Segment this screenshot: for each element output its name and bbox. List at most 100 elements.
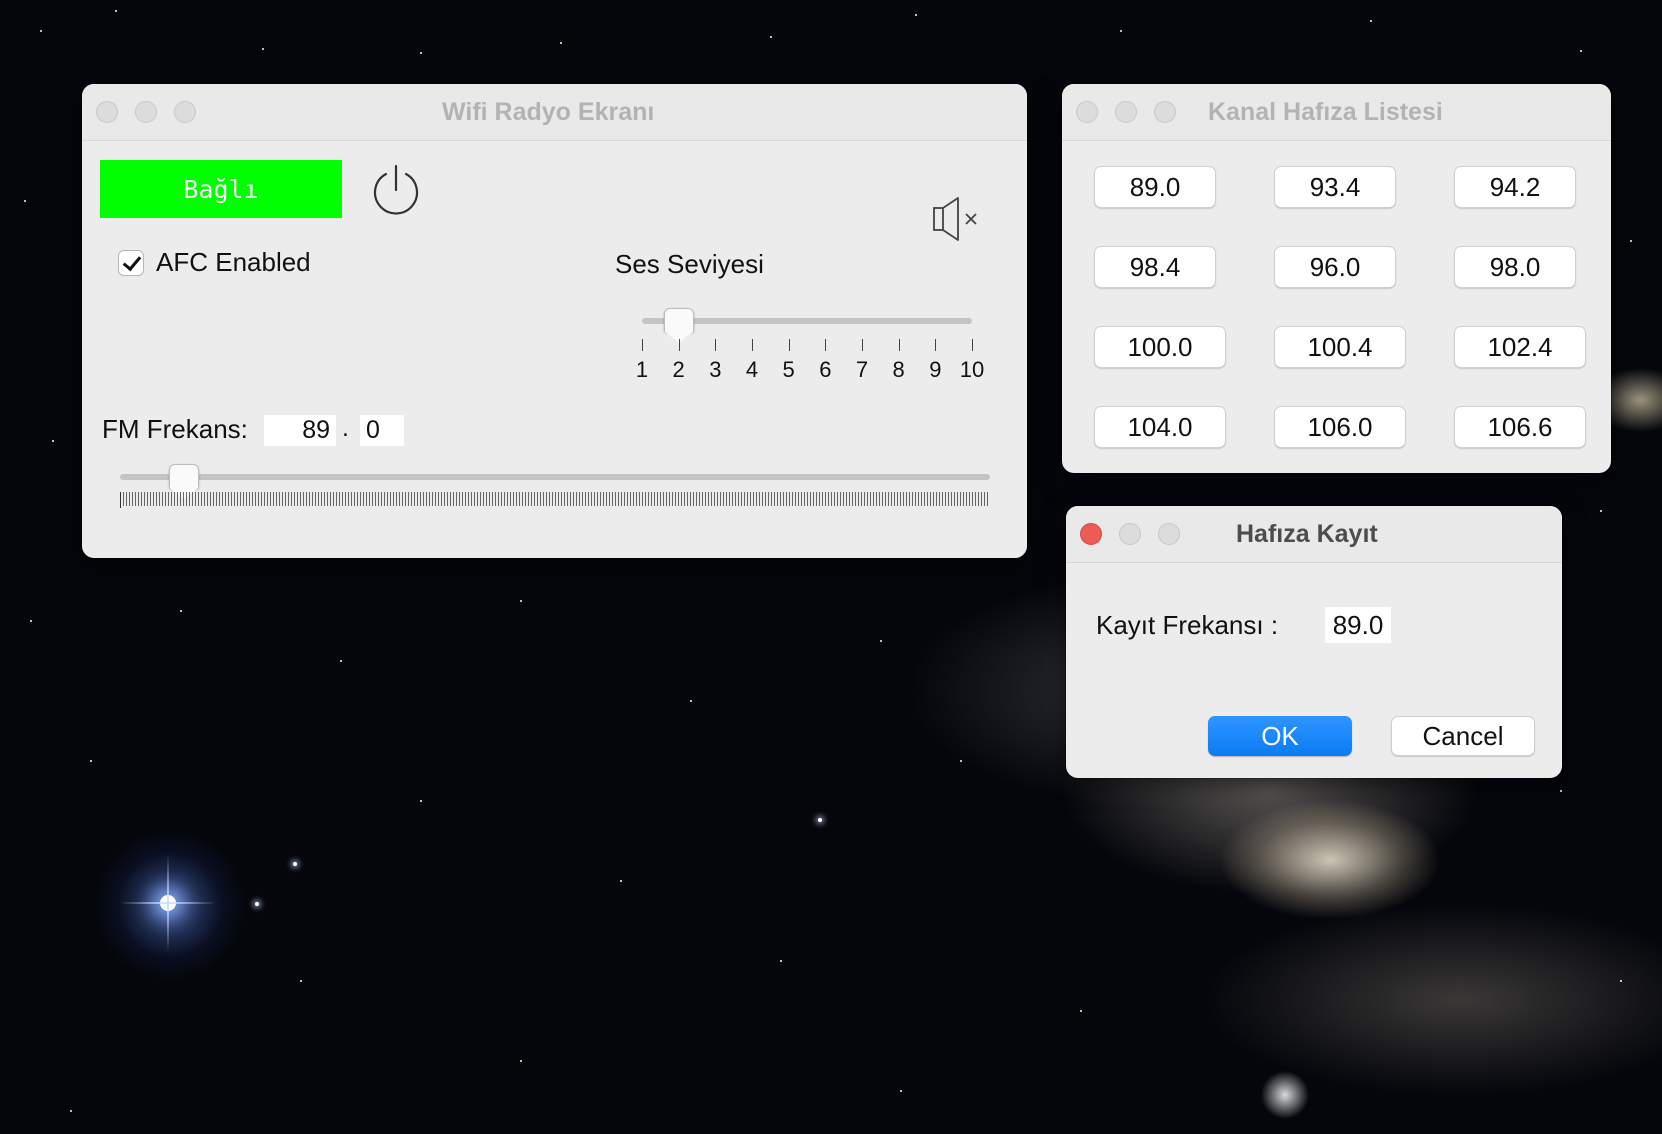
fm-frequency-label: FM Frekans:: [102, 414, 248, 444]
afc-checkbox[interactable]: [118, 249, 144, 276]
afc-label: AFC Enabled: [156, 247, 311, 277]
volume-tick-mark: [642, 339, 643, 351]
star: [180, 610, 182, 612]
star: [420, 800, 422, 802]
star: [24, 200, 26, 202]
save-frequency-label: Kayıt Frekansı :: [1096, 610, 1279, 640]
connection-status-button[interactable]: Bağlı: [100, 160, 342, 218]
afc-option: AFC Enabled: [118, 247, 311, 278]
close-button[interactable]: [1076, 101, 1098, 123]
star: [915, 14, 917, 16]
star: [115, 10, 117, 12]
radio-window-titlebar[interactable]: Wifi Radyo Ekranı: [82, 84, 1027, 141]
volume-tick-mark: [972, 339, 973, 351]
window-title: Wifi Radyo Ekranı: [442, 98, 655, 126]
fm-frequency-slider-track[interactable]: [120, 474, 990, 480]
radio-window: Wifi Radyo Ekranı Bağlı AFC Enabled Ses …: [82, 84, 1027, 558]
memory-save-dialog: Hafıza Kayıt Kayıt Frekansı : 89.0 OK Ca…: [1066, 506, 1562, 778]
star: [1600, 510, 1602, 512]
channel-preset-button[interactable]: 89.0: [1094, 166, 1216, 208]
close-button[interactable]: [1080, 523, 1102, 545]
volume-tick-label: 2: [672, 357, 685, 382]
volume-slider-thumb[interactable]: [663, 308, 694, 343]
channel-memory-window: Kanal Hafıza Listesi 89.0 93.4 94.2 98.4 96.…: [1062, 84, 1611, 473]
window-controls: [1080, 523, 1180, 545]
channel-preset-button[interactable]: 100.0: [1094, 326, 1226, 368]
volume-tick-label: 1: [635, 357, 649, 382]
star: [1580, 50, 1582, 52]
star: [70, 1110, 72, 1112]
minimize-button[interactable]: [1119, 523, 1141, 545]
volume-tick-label: 3: [709, 357, 722, 382]
star: [520, 600, 522, 602]
star: [340, 660, 342, 662]
star: [1370, 20, 1372, 22]
star: [420, 52, 422, 54]
zoom-button[interactable]: [1154, 101, 1176, 123]
fm-frequency-slider-ticks: [120, 492, 990, 506]
star: [690, 700, 692, 702]
star: [780, 960, 782, 962]
volume-tick-mark: [752, 339, 753, 351]
volume-tick-mark: [678, 339, 680, 351]
star: [40, 30, 42, 32]
volume-tick-mark: [825, 339, 827, 351]
channel-preset-button[interactable]: 100.4: [1274, 326, 1406, 368]
window-controls: [1076, 101, 1176, 123]
volume-tick-mark: [862, 339, 863, 351]
zoom-button[interactable]: [174, 101, 196, 123]
star: [90, 760, 92, 762]
volume-tick-mark: [935, 339, 937, 351]
window-controls: [96, 101, 196, 123]
star: [1620, 980, 1622, 982]
close-button[interactable]: [96, 101, 118, 123]
channel-preset-button[interactable]: 98.0: [1454, 246, 1576, 288]
zoom-button[interactable]: [1158, 523, 1180, 545]
star: [300, 980, 302, 982]
volume-tick-mark: [788, 339, 790, 351]
star: [30, 620, 32, 622]
star: [262, 48, 264, 50]
channel-preset-button[interactable]: 102.4: [1454, 326, 1586, 368]
minimize-button[interactable]: [135, 101, 157, 123]
channel-window-titlebar[interactable]: Kanal Hafıza Listesi: [1062, 84, 1611, 141]
star: [880, 640, 882, 642]
star: [1560, 790, 1562, 792]
dialog-titlebar[interactable]: Hafıza Kayıt: [1066, 506, 1562, 563]
volume-tick-label: 8: [892, 357, 905, 382]
star: [1120, 30, 1122, 32]
bright-star: [120, 855, 216, 951]
channel-preset-button[interactable]: 104.0: [1094, 406, 1226, 448]
volume-tick-label: 5: [782, 357, 795, 382]
star: [52, 440, 54, 442]
star: [818, 818, 822, 822]
channel-preset-button[interactable]: 93.4: [1274, 166, 1396, 208]
channel-preset-button[interactable]: 96.0: [1274, 246, 1396, 288]
save-frequency-field[interactable]: 89.0: [1325, 607, 1391, 643]
power-icon[interactable]: [368, 162, 424, 218]
fm-frequency-integer-field[interactable]: 89: [264, 415, 336, 446]
star: [770, 36, 772, 38]
volume-tick-label: 10: [959, 357, 985, 382]
fm-frequency-slider-start-tick: [120, 492, 121, 508]
fm-frequency-separator: .: [342, 414, 349, 442]
channel-preset-button[interactable]: 106.6: [1454, 406, 1586, 448]
dialog-title: Hafıza Kayıt: [1236, 520, 1378, 548]
channel-preset-button[interactable]: 94.2: [1454, 166, 1576, 208]
volume-tick-label: 4: [745, 357, 759, 382]
volume-tick-label: 9: [929, 357, 942, 382]
star: [293, 862, 297, 866]
star: [1630, 240, 1632, 242]
speaker-muted-icon[interactable]: [932, 196, 984, 242]
fm-frequency-slider-thumb[interactable]: [168, 464, 199, 499]
ok-button[interactable]: OK: [1208, 716, 1352, 756]
volume-tick-mark: [898, 339, 900, 351]
star: [560, 42, 562, 44]
star: [520, 1060, 522, 1062]
channel-preset-button[interactable]: 106.0: [1274, 406, 1406, 448]
fm-frequency-decimal-field[interactable]: 0: [360, 415, 404, 446]
volume-tick-label: 6: [819, 357, 832, 382]
minimize-button[interactable]: [1115, 101, 1137, 123]
cancel-button[interactable]: Cancel: [1391, 716, 1535, 756]
channel-preset-button[interactable]: 98.4: [1094, 246, 1216, 288]
